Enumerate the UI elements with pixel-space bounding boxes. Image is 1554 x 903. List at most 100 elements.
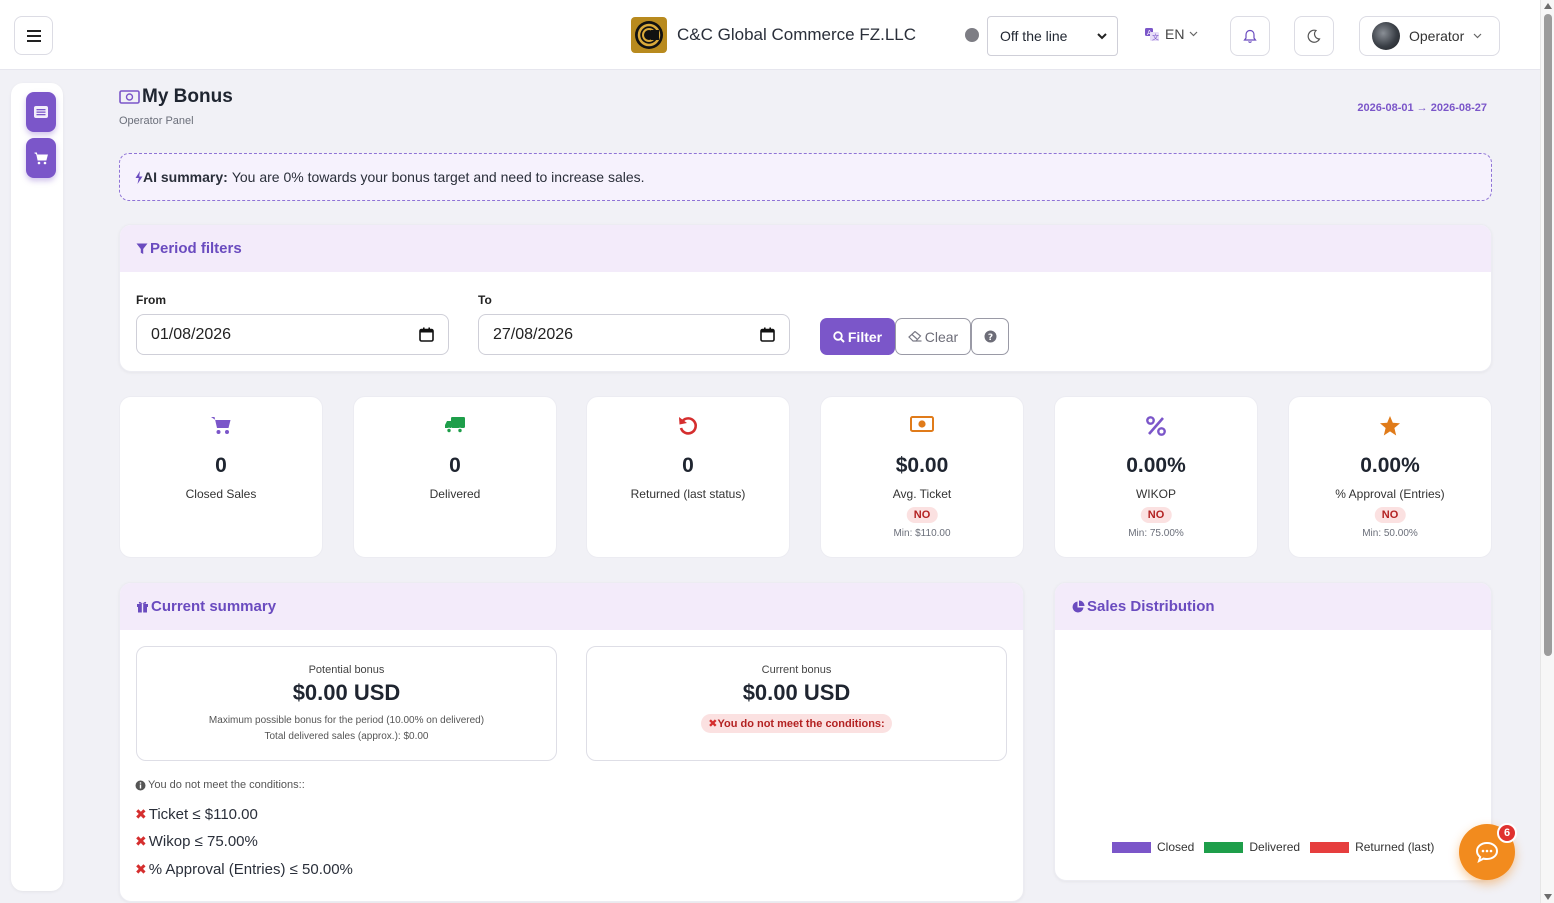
- to-date-input[interactable]: 27/08/2026: [478, 314, 790, 355]
- scroll-thumb[interactable]: [1544, 14, 1552, 656]
- filter-button-label: Filter: [847, 328, 883, 345]
- current-bonus-box: Current bonus $0.00 USD ✖You do not meet…: [586, 646, 1007, 761]
- close-icon: ✖: [135, 806, 147, 822]
- money-icon: [119, 90, 140, 104]
- to-label: To: [478, 293, 492, 307]
- legend-swatch: [1204, 841, 1244, 853]
- current-summary-title: Current summary: [151, 598, 277, 615]
- cart-icon: [211, 417, 231, 434]
- hamburger-icon: [26, 29, 41, 42]
- current-summary-header: Current summary: [120, 583, 1023, 630]
- wikop-label: WIKOP: [1135, 487, 1176, 501]
- svg-text:?: ?: [987, 333, 992, 343]
- chat-unread-badge: 6: [1497, 823, 1517, 843]
- current-bonus-warning: ✖You do not meet the conditions:: [701, 714, 892, 733]
- pie-chart-icon: [1072, 600, 1085, 612]
- company-logo: [631, 17, 667, 53]
- from-date-input[interactable]: 01/08/2026: [136, 314, 449, 355]
- question-icon: ?: [984, 330, 996, 343]
- sidebar-item-list[interactable]: [26, 92, 56, 132]
- page-scrollbar[interactable]: [1540, 0, 1554, 903]
- info-icon: [135, 780, 146, 790]
- calendar-icon[interactable]: [419, 327, 434, 342]
- condition-item: ✖% Approval (Entries) ≤ 50.00%: [135, 861, 353, 878]
- conditions-heading: You do not meet the conditions::: [135, 779, 305, 791]
- condition-text: % Approval (Entries) ≤ 50.00%: [148, 861, 353, 878]
- chat-icon: [1475, 841, 1499, 863]
- avg-ticket-badge: NO: [906, 507, 938, 523]
- closed-sales-value: 0: [215, 454, 227, 477]
- potential-bonus-note-2: Total delivered sales (approx.): $0.00: [264, 731, 429, 742]
- to-date-value: 27/08/2026: [493, 325, 574, 343]
- wikop-badge: NO: [1140, 507, 1172, 523]
- legend-label: Delivered: [1249, 840, 1301, 854]
- potential-bonus-note: Maximum possible bonus for the period (1…: [137, 712, 556, 745]
- avg-ticket-value: $0.00: [895, 454, 949, 477]
- ai-summary: AI summary: You are 0% towards your bonu…: [119, 153, 1492, 201]
- sales-distribution-title: Sales Distribution: [1087, 598, 1215, 615]
- delivered-value: 0: [449, 454, 461, 477]
- filter-button[interactable]: Filter: [820, 318, 895, 355]
- gift-icon: [137, 601, 148, 613]
- page-title: My Bonus: [119, 86, 233, 108]
- sidebar-rail: [11, 83, 63, 891]
- stat-card-delivered: 0 Delivered: [353, 396, 557, 558]
- legend-item-returned[interactable]: Returned (last): [1310, 840, 1434, 854]
- legend-item-closed[interactable]: Closed: [1112, 840, 1194, 854]
- user-menu-button[interactable]: Operator: [1359, 16, 1500, 56]
- clear-button-label: Clear: [924, 328, 959, 345]
- potential-bonus-title: Potential bonus: [308, 664, 385, 676]
- sales-distribution-chart: [1155, 648, 1395, 828]
- ai-summary-text: You are 0% towards your bonus target and…: [231, 169, 645, 185]
- clear-button[interactable]: Clear: [895, 318, 971, 355]
- brand[interactable]: C&C Global Commerce FZ.LLC: [631, 17, 916, 53]
- calendar-icon[interactable]: [760, 327, 775, 342]
- current-bonus-warning-text: You do not meet the conditions:: [717, 718, 885, 730]
- bell-icon: [1243, 29, 1257, 43]
- theme-toggle-button[interactable]: [1294, 16, 1334, 56]
- page-subtitle: Operator Panel: [119, 115, 194, 127]
- avg-ticket-min: Min: $110.00: [893, 528, 951, 539]
- condition-text: Wikop ≤ 75.00%: [148, 833, 258, 850]
- status-select-value: Off the line: [1000, 28, 1068, 44]
- language-switcher[interactable]: A文 EN: [1144, 26, 1198, 42]
- approval-value: 0.00%: [1360, 454, 1420, 477]
- closed-sales-label: Closed Sales: [185, 487, 257, 501]
- top-bar: C&C Global Commerce FZ.LLC Off the line …: [0, 0, 1540, 70]
- scroll-up-arrow[interactable]: [1544, 3, 1552, 9]
- approval-badge: NO: [1374, 507, 1406, 523]
- condition-item: ✖ Ticket ≤ $110.00: [135, 806, 258, 823]
- scroll-down-arrow[interactable]: [1544, 894, 1552, 900]
- potential-bonus-box: Potential bonus $0.00 USD Maximum possib…: [136, 646, 557, 761]
- cart-icon: [34, 152, 48, 164]
- close-icon: ✖: [135, 833, 147, 849]
- stat-card-wikop: 0.00% WIKOP NO Min: 75.00%: [1054, 396, 1258, 558]
- legend-item-delivered[interactable]: Delivered: [1204, 840, 1300, 854]
- help-button[interactable]: ?: [971, 318, 1009, 355]
- current-bonus-amount: $0.00 USD: [742, 680, 851, 705]
- date-range: 2026-08-01 → 2026-08-27: [1357, 102, 1487, 114]
- chevron-down-icon: [1097, 32, 1107, 39]
- stat-card-returned: 0 Returned (last status): [586, 396, 790, 558]
- undo-icon: [679, 417, 697, 435]
- status-select[interactable]: Off the line: [987, 16, 1118, 56]
- sidebar-item-cart[interactable]: [26, 138, 56, 178]
- legend-label: Returned (last): [1355, 840, 1435, 854]
- notifications-button[interactable]: [1230, 16, 1270, 56]
- delivered-label: Delivered: [429, 487, 481, 501]
- menu-toggle-button[interactable]: [14, 16, 53, 55]
- chart-legend: Closed Delivered Returned (last): [1112, 840, 1444, 854]
- legend-label: Closed: [1157, 840, 1195, 854]
- from-label: From: [136, 293, 166, 307]
- language-label: EN: [1165, 26, 1185, 42]
- wikop-value: 0.00%: [1126, 454, 1186, 477]
- eraser-icon: [907, 331, 922, 342]
- translate-icon: A文: [1145, 28, 1159, 42]
- stat-card-avg-ticket: $0.00 Avg. Ticket NO Min: $110.00: [820, 396, 1024, 558]
- potential-bonus-note-1: Maximum possible bonus for the period (1…: [208, 715, 485, 726]
- approval-label: % Approval (Entries): [1335, 487, 1445, 501]
- approval-min: Min: 50.00%: [1362, 528, 1418, 539]
- wikop-min: Min: 75.00%: [1128, 528, 1184, 539]
- percent-icon: [1146, 416, 1166, 436]
- current-bonus-title: Current bonus: [761, 664, 832, 676]
